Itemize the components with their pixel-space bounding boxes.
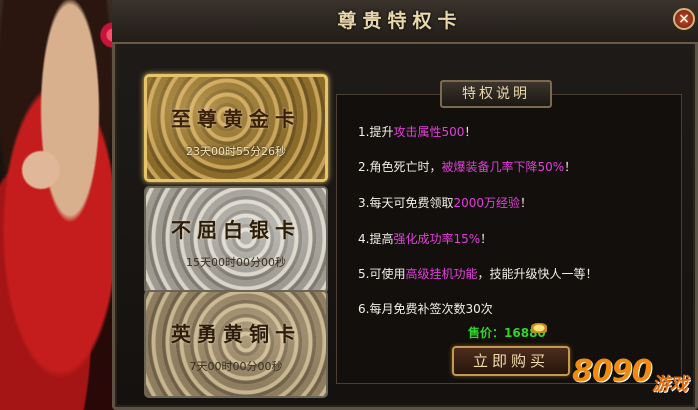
perk-highlight: 2000万经验: [453, 196, 520, 210]
panel-header: 特权说明: [440, 80, 552, 108]
perk-text: ！: [520, 196, 533, 210]
card-silver-time: 15天00时00分00秒: [186, 256, 286, 269]
perk-text: ！: [464, 125, 477, 139]
perk-item: 2.角色死亡时，被爆装备几率下降50%！: [358, 158, 576, 175]
perk-highlight: 强化成功率15%: [393, 232, 481, 246]
card-bronze-button[interactable]: 英勇黄铜卡 7天00时00分00秒: [144, 290, 328, 398]
dialog-title: 尊贵特权卡: [337, 10, 463, 32]
perk-text: 1.提升: [358, 125, 394, 139]
card-silver-name: 不屈白银卡: [171, 218, 301, 242]
perk-item: 5.可使用高级挂机功能，技能升级快人一等！: [358, 265, 597, 282]
site-logo: 8090 游戏: [572, 352, 696, 408]
buy-now-button[interactable]: 立即购买: [452, 346, 570, 376]
perk-highlight: 被爆装备几率下降50%: [441, 160, 565, 174]
logo-text: 游戏: [652, 374, 688, 395]
perk-item: 4.提高强化成功率15%！: [358, 230, 492, 247]
perk-highlight: 高级挂机功能: [405, 267, 478, 281]
perk-text: ！: [564, 160, 577, 174]
card-bronze-time: 7天00时00分00秒: [189, 360, 283, 373]
logo-digits: 8090: [572, 354, 652, 389]
perk-highlight: 攻击属性500: [393, 125, 465, 139]
perk-text: 4.提高: [358, 232, 394, 246]
perk-text: ！: [480, 232, 493, 246]
perk-item: 3.每天可免费领取2000万经验！: [358, 194, 532, 211]
perk-text: 6.每月免费补签次数30次: [358, 302, 493, 316]
card-gold-time: 23天00时55分26秒: [186, 145, 286, 158]
gold-ingot-icon: [531, 323, 547, 333]
card-gold-button[interactable]: 至尊黄金卡 23天00时55分26秒: [144, 74, 328, 182]
card-bronze-name: 英勇黄铜卡: [171, 322, 301, 346]
perk-item: 6.每月免费补签次数30次: [358, 300, 493, 317]
card-silver-button[interactable]: 不屈白银卡 15天00时00分00秒: [144, 186, 328, 294]
perk-item: 1.提升攻击属性500！: [358, 123, 476, 140]
character-hand: [18, 150, 64, 190]
perk-text: ，技能升级快人一等！: [477, 267, 598, 281]
card-gold-name: 至尊黄金卡: [171, 107, 301, 131]
price-label: 售价：: [468, 326, 505, 340]
perk-text: 3.每天可免费领取: [358, 196, 454, 210]
close-icon[interactable]: ×: [673, 8, 695, 30]
perk-text: 5.可使用: [358, 267, 406, 281]
perk-text: 2.角色死亡时，: [358, 160, 442, 174]
